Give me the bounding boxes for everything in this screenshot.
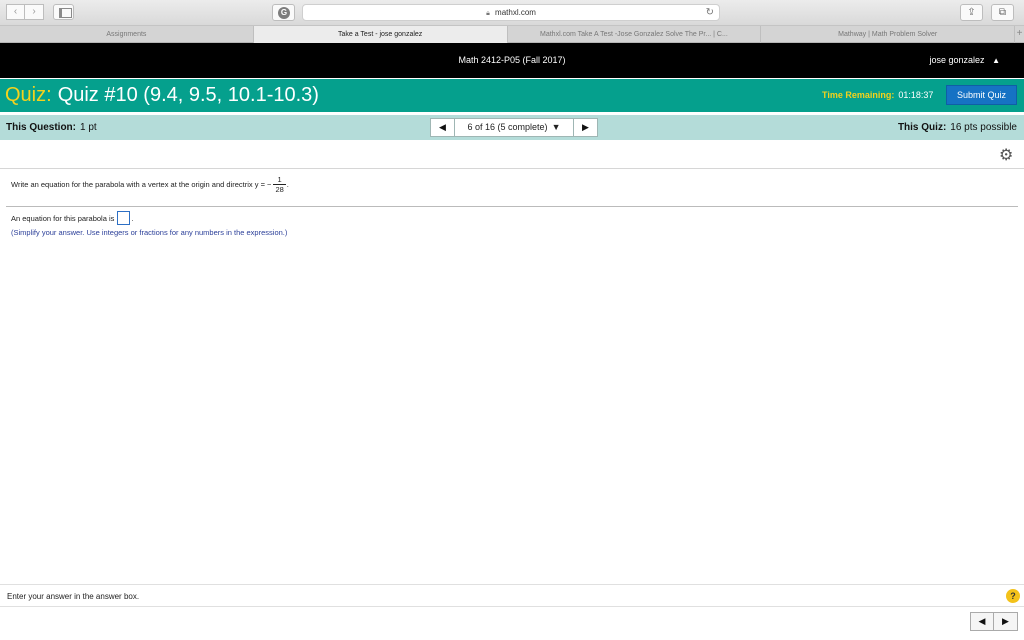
reload-icon[interactable]: ↻ — [706, 5, 714, 20]
this-quiz-label: This Quiz: — [897, 122, 947, 133]
address-bar[interactable]: 🔒︎ mathxl.com ↻ — [302, 4, 720, 21]
question-prompt: Write an equation for the parabola with … — [11, 175, 289, 194]
previous-question-button[interactable]: ◀ — [430, 118, 455, 137]
tab-take-a-test[interactable]: Take a Test - jose gonzalez — [253, 26, 508, 43]
answer-line: An equation for this parabola is . — [11, 211, 134, 225]
question-bar: This Question: 1 pt ◀ 6 of 16 (5 complete… — [0, 115, 1024, 140]
quiz-name: Quiz #10 (9.4, 9.5, 10.1-10.3) — [57, 84, 319, 106]
this-question-value: 1 pt — [80, 122, 97, 133]
footer-previous-button[interactable]: ◀ — [970, 612, 994, 631]
answer-hint: (Simplify your answer. Use integers or f… — [11, 228, 288, 237]
time-remaining-label: Time Remaining: — [822, 90, 895, 100]
this-question-points: This Question: 1 pt — [6, 122, 97, 133]
answer-prefix: An equation for this parabola is — [11, 213, 115, 223]
submit-quiz-button[interactable]: Submit Quiz — [946, 85, 1017, 105]
gear-icon[interactable]: ⚙︎ — [999, 145, 1013, 165]
forward-icon[interactable]: › — [25, 4, 44, 20]
chevron-down-icon: ▼ — [551, 122, 561, 132]
answer-suffix: . — [131, 213, 134, 223]
fraction-denominator: 28 — [273, 184, 286, 194]
fraction-numerator: 1 — [277, 175, 282, 184]
divider — [0, 168, 1024, 169]
new-tab-button[interactable]: + — [1015, 26, 1024, 42]
course-title: Math 2412-P05 (Fall 2017) — [458, 55, 566, 65]
fraction: 1 28 — [273, 175, 286, 194]
tab-overview-icon[interactable]: ⧉ — [991, 4, 1014, 21]
browser-toolbar: ‹ › G 🔒︎ mathxl.com ↻ ⇪ ⧉ — [0, 0, 1024, 26]
tab-assignments[interactable]: Assignments — [0, 26, 254, 43]
reader-button[interactable]: G — [272, 4, 295, 21]
quiz-title-bar: Quiz: Quiz #10 (9.4, 9.5, 10.1-10.3) Time… — [0, 79, 1024, 112]
next-question-button[interactable]: ▶ — [573, 118, 598, 137]
time-remaining-value: 01:18:37 — [898, 90, 934, 100]
tab-mathxl-solve[interactable]: Mathxl.com Take A Test -Jose Gonzalez So… — [508, 26, 762, 43]
footer-instruction: Enter your answer in the answer box. — [7, 592, 140, 601]
share-icon[interactable]: ⇪ — [960, 4, 983, 21]
question-text: Write an equation for the parabola with … — [11, 180, 272, 189]
quiz-prefix: Quiz: — [5, 84, 52, 106]
url-text: mathxl.com — [495, 8, 536, 17]
footer-next-button[interactable]: ▶ — [994, 612, 1018, 631]
this-quiz-value: 16 pts possible — [950, 122, 1017, 133]
question-divider — [6, 206, 1018, 207]
answer-input[interactable] — [117, 211, 131, 225]
question-select[interactable]: 6 of 16 (5 complete) ▼ — [455, 118, 573, 137]
user-icon: ▲ — [992, 56, 1000, 65]
question-end: . — [286, 180, 289, 189]
help-icon[interactable]: ? — [1006, 589, 1020, 603]
reader-icon: G — [278, 7, 290, 19]
nav-buttons: ‹ › — [6, 4, 44, 20]
lock-icon: 🔒︎ — [486, 10, 490, 17]
tab-bar: Assignments Take a Test - jose gonzalez … — [0, 26, 1024, 43]
quiz-title: Quiz: Quiz #10 (9.4, 9.5, 10.1-10.3) — [5, 84, 319, 107]
user-menu[interactable]: jose gonzalez ▲ — [930, 55, 1000, 65]
sidebar-icon[interactable] — [53, 4, 74, 20]
question-select-text: 6 of 16 (5 complete) — [467, 122, 548, 132]
footer-divider — [0, 584, 1024, 585]
back-icon[interactable]: ‹ — [6, 4, 25, 20]
question-pager: ◀ 6 of 16 (5 complete) ▼ ▶ — [430, 118, 598, 137]
this-question-label: This Question: — [6, 122, 76, 133]
footer-divider-bottom — [0, 606, 1024, 607]
tab-mathway[interactable]: Mathway | Math Problem Solver — [761, 26, 1016, 43]
footer-nav: ◀ ▶ — [970, 612, 1018, 631]
course-header: Math 2412-P05 (Fall 2017) jose gonzalez … — [0, 43, 1024, 78]
this-quiz-points: This Quiz: 16 pts possible — [898, 122, 1017, 133]
user-name: jose gonzalez — [929, 55, 985, 65]
time-remaining: Time Remaining: 01:18:37 — [822, 90, 933, 100]
